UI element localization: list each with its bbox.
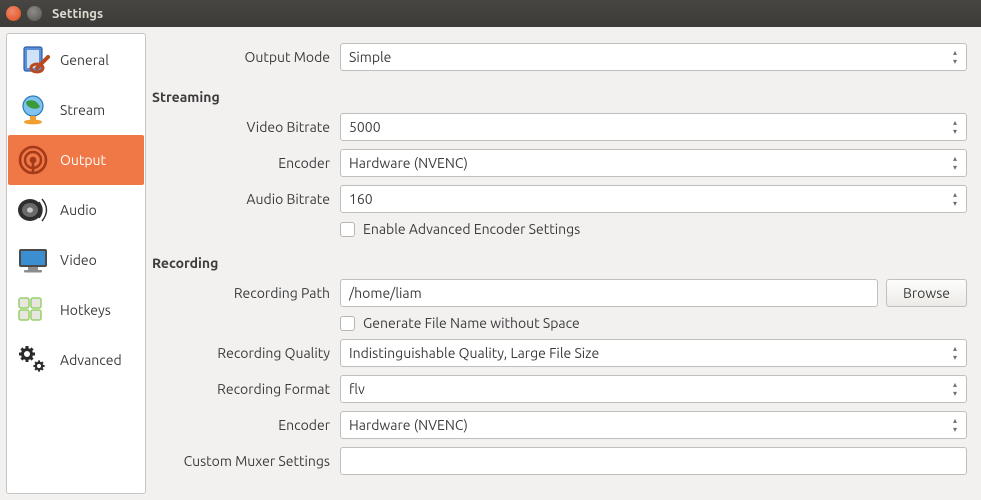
- output-mode-select[interactable]: Simple ▴▾: [340, 43, 967, 71]
- sidebar-item-general[interactable]: General: [8, 35, 144, 85]
- window-title: Settings: [52, 7, 103, 21]
- spinner-arrows-icon: ▴▾: [948, 116, 962, 138]
- output-mode-value: Simple: [349, 49, 391, 65]
- sidebar-item-advanced[interactable]: Advanced: [8, 335, 144, 385]
- titlebar: Settings: [0, 0, 981, 27]
- sidebar-item-label: Hotkeys: [60, 302, 111, 318]
- sidebar-item-label: Output: [60, 152, 106, 168]
- custom-muxer-label: Custom Muxer Settings: [152, 453, 340, 469]
- recording-encoder-select[interactable]: Hardware (NVENC) ▴▾: [340, 411, 967, 439]
- output-settings-panel: Output Mode Simple ▴▾ Streaming Video Bi…: [146, 27, 981, 500]
- sidebar-item-label: Video: [60, 252, 97, 268]
- recording-format-label: Recording Format: [152, 381, 340, 397]
- streaming-encoder-value: Hardware (NVENC): [349, 155, 468, 171]
- audio-bitrate-value: 160: [349, 191, 373, 207]
- window-minimize-button[interactable]: [27, 6, 42, 21]
- recording-path-input[interactable]: /home/liam: [340, 279, 878, 307]
- checkbox-box-icon: [340, 316, 355, 331]
- checkbox-box-icon: [340, 222, 355, 237]
- video-bitrate-value: 5000: [349, 119, 381, 135]
- recording-path-value: /home/liam: [349, 285, 422, 301]
- settings-sidebar: General Stream: [6, 33, 146, 494]
- recording-encoder-value: Hardware (NVENC): [349, 417, 468, 433]
- recording-path-label: Recording Path: [152, 285, 340, 301]
- sidebar-item-label: Stream: [60, 102, 105, 118]
- streaming-encoder-label: Encoder: [152, 155, 340, 171]
- sidebar-item-hotkeys[interactable]: Hotkeys: [8, 285, 144, 335]
- advanced-encoder-checkbox[interactable]: Enable Advanced Encoder Settings: [340, 221, 580, 237]
- hotkeys-icon: [14, 291, 52, 329]
- spinner-arrows-icon: ▴▾: [948, 414, 962, 436]
- output-icon: [14, 141, 52, 179]
- content-area: General Stream: [0, 27, 981, 500]
- recording-quality-value: Indistinguishable Quality, Large File Si…: [349, 345, 599, 361]
- custom-muxer-input[interactable]: [340, 447, 967, 475]
- general-icon: [14, 41, 52, 79]
- recording-quality-label: Recording Quality: [152, 345, 340, 361]
- streaming-section-title: Streaming: [152, 89, 967, 105]
- spinner-arrows-icon: ▴▾: [948, 188, 962, 210]
- spinner-arrows-icon: ▴▾: [948, 378, 962, 400]
- window-close-button[interactable]: [6, 6, 21, 21]
- sidebar-item-label: General: [60, 52, 109, 68]
- audio-bitrate-select[interactable]: 160 ▴▾: [340, 185, 967, 213]
- sidebar-item-audio[interactable]: Audio: [8, 185, 144, 235]
- video-bitrate-label: Video Bitrate: [152, 119, 340, 135]
- no-space-filename-checkbox[interactable]: Generate File Name without Space: [340, 315, 580, 331]
- spinner-arrows-icon: ▴▾: [948, 152, 962, 174]
- no-space-filename-checkbox-label: Generate File Name without Space: [363, 315, 580, 331]
- recording-format-select[interactable]: flv ▴▾: [340, 375, 967, 403]
- video-icon: [14, 241, 52, 279]
- sidebar-item-video[interactable]: Video: [8, 235, 144, 285]
- sidebar-item-stream[interactable]: Stream: [8, 85, 144, 135]
- recording-quality-select[interactable]: Indistinguishable Quality, Large File Si…: [340, 339, 967, 367]
- video-bitrate-spinbox[interactable]: 5000 ▴▾: [340, 113, 967, 141]
- sidebar-item-output[interactable]: Output: [8, 135, 144, 185]
- output-mode-label: Output Mode: [152, 49, 340, 65]
- recording-encoder-label: Encoder: [152, 417, 340, 433]
- recording-format-value: flv: [349, 381, 365, 397]
- recording-section-title: Recording: [152, 255, 967, 271]
- streaming-encoder-select[interactable]: Hardware (NVENC) ▴▾: [340, 149, 967, 177]
- spinner-arrows-icon: ▴▾: [948, 342, 962, 364]
- spinner-arrows-icon: ▴▾: [948, 46, 962, 68]
- stream-icon: [14, 91, 52, 129]
- advanced-encoder-checkbox-label: Enable Advanced Encoder Settings: [363, 221, 580, 237]
- sidebar-item-label: Advanced: [60, 352, 122, 368]
- audio-icon: [14, 191, 52, 229]
- sidebar-item-label: Audio: [60, 202, 97, 218]
- browse-button[interactable]: Browse: [886, 279, 967, 307]
- audio-bitrate-label: Audio Bitrate: [152, 191, 340, 207]
- advanced-icon: [14, 341, 52, 379]
